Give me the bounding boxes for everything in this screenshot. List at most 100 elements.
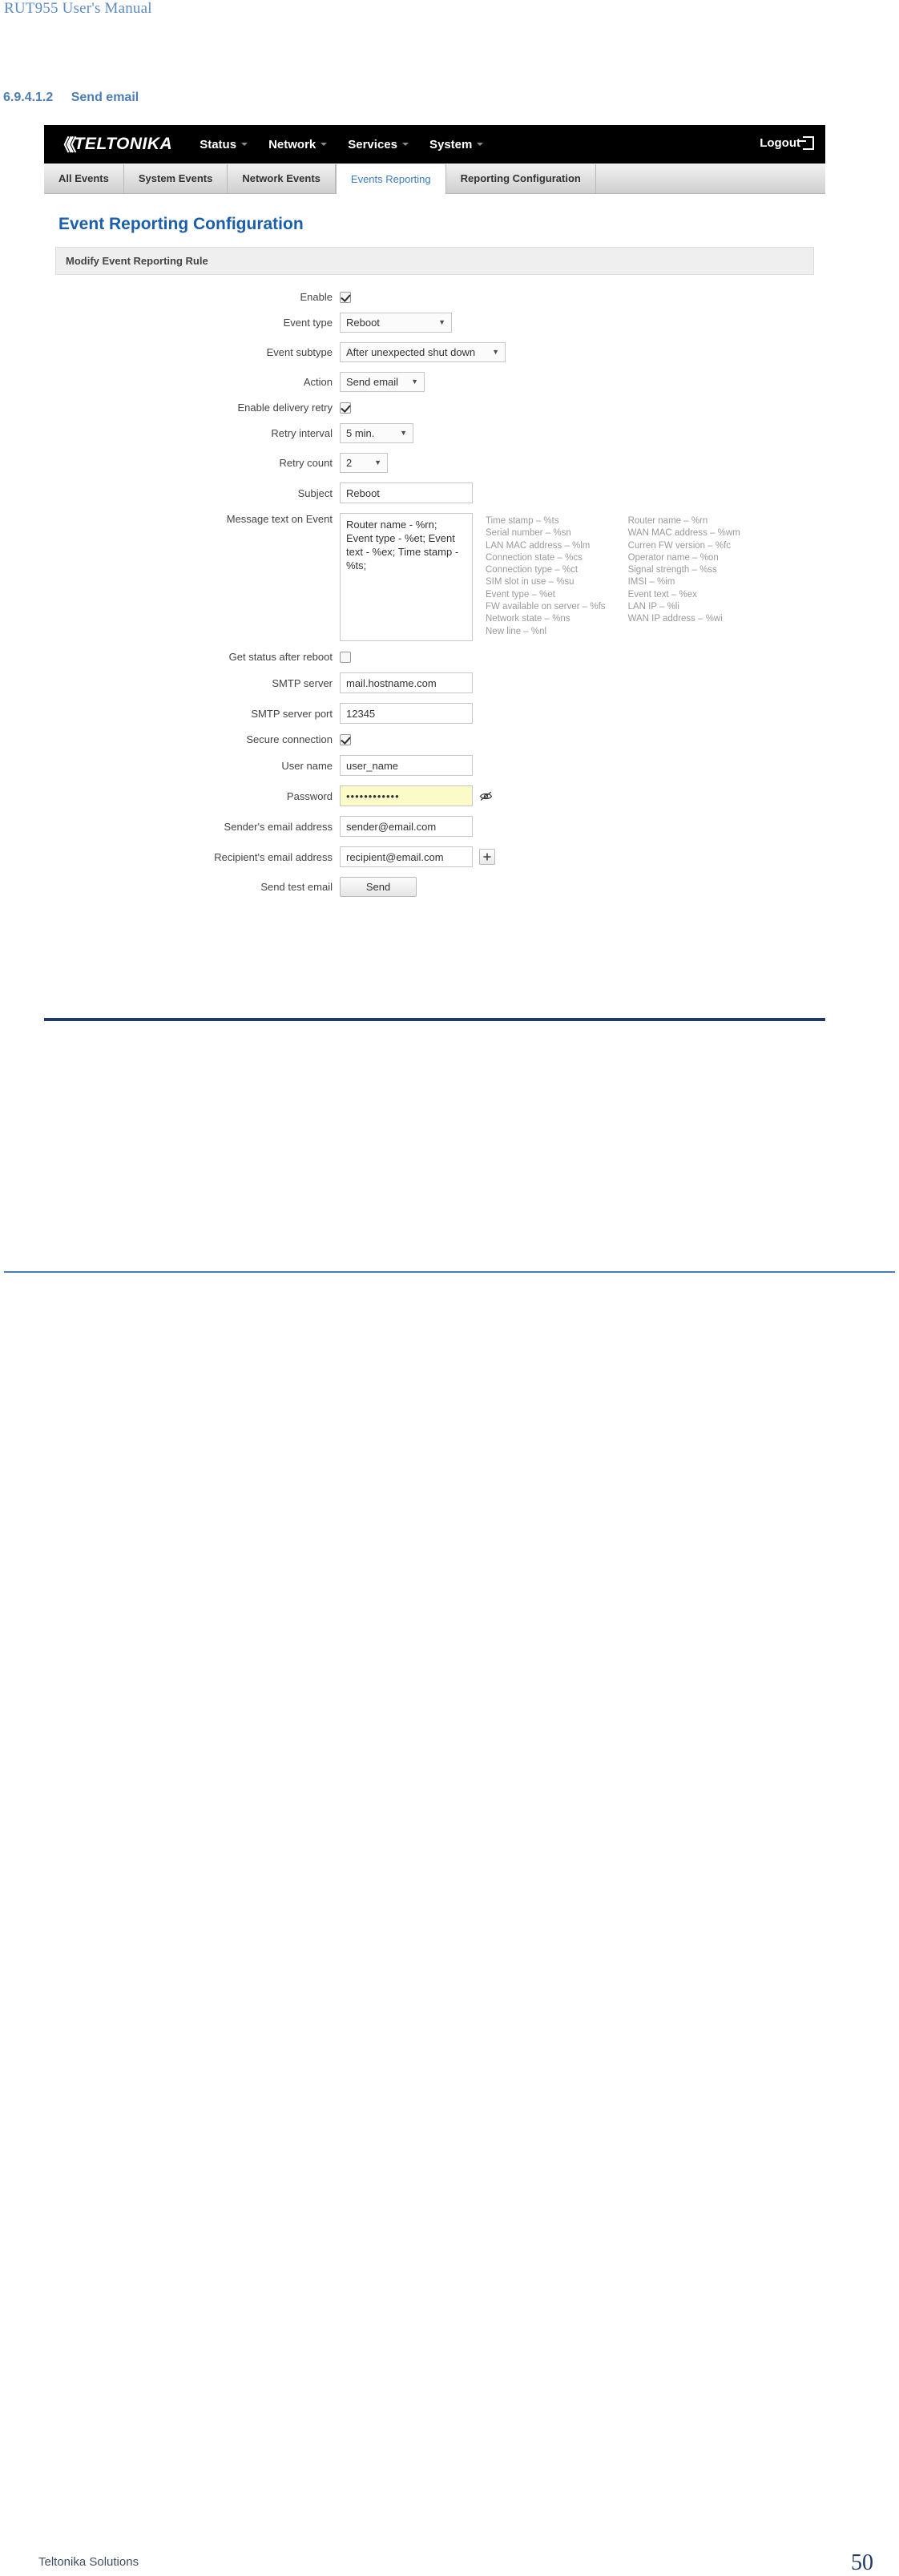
nav-menu: Status Network Services System bbox=[200, 138, 504, 151]
action-select[interactable]: Send email ▼ bbox=[340, 372, 425, 392]
subject-control: Reboot bbox=[340, 482, 473, 503]
logo-wordmark: TELTONIKA bbox=[74, 135, 173, 153]
document-footer: Teltonika Solutions 50 bbox=[0, 1274, 899, 2575]
form-row-get-status: Get status after reboot bbox=[55, 651, 814, 663]
nav-item-label: Services bbox=[348, 137, 397, 151]
get-status-control bbox=[340, 651, 351, 663]
logo-chevrons-icon: 《《 bbox=[55, 136, 76, 155]
send-test-email-label: Send test email bbox=[260, 881, 333, 893]
retry-interval-control: 5 min. ▼ bbox=[340, 423, 413, 443]
enable-label: Enable bbox=[300, 291, 333, 303]
help-line: IMSI – %im bbox=[627, 577, 675, 587]
retry-count-control: 2 ▼ bbox=[340, 453, 388, 473]
event-reporting-form: Enable Event type Reboot ▼ Event subtype bbox=[55, 275, 814, 911]
smtp-port-control: 12345 bbox=[340, 703, 473, 724]
form-row-enable: Enable bbox=[55, 291, 814, 303]
help-line: Time stamp – %ts bbox=[486, 516, 559, 526]
retry-interval-select[interactable]: 5 min. ▼ bbox=[340, 423, 413, 443]
section-number: 6.9.4.1.2 bbox=[3, 91, 54, 104]
show-password-eye-icon[interactable] bbox=[479, 790, 493, 801]
chevron-down-icon: ▼ bbox=[400, 429, 407, 437]
delivery-retry-checkbox[interactable] bbox=[340, 402, 351, 414]
tab-label: Reporting Configuration bbox=[460, 172, 581, 184]
message-text-textarea[interactable]: Router name - %rn; Event type - %et; Eve… bbox=[340, 513, 473, 641]
secure-connection-checkbox[interactable] bbox=[340, 733, 351, 745]
smtp-port-label: SMTP server port bbox=[251, 707, 333, 720]
form-row-retry-count: Retry count 2 ▼ bbox=[55, 453, 814, 473]
form-row-sender-email: Sender's email address sender@email.com bbox=[55, 816, 814, 837]
form-row-smtp-port: SMTP server port 12345 bbox=[55, 703, 814, 724]
nav-item-network[interactable]: Network bbox=[268, 137, 328, 151]
add-recipient-icon[interactable] bbox=[479, 849, 495, 865]
user-name-control: user_name bbox=[340, 755, 473, 776]
logout-button[interactable]: Logout bbox=[760, 136, 814, 150]
help-line: Serial number – %sn bbox=[486, 528, 571, 539]
send-test-email-control: Send bbox=[340, 877, 417, 897]
section-title: Send email bbox=[71, 91, 139, 104]
send-button[interactable]: Send bbox=[340, 877, 417, 897]
user-name-input[interactable]: user_name bbox=[340, 755, 473, 776]
tab-system-events[interactable]: System Events bbox=[124, 164, 228, 193]
form-row-user-name: User name user_name bbox=[55, 755, 814, 776]
event-subtype-value: After unexpected shut down bbox=[346, 346, 476, 358]
recipient-email-label: Recipient's email address bbox=[214, 850, 333, 863]
nav-item-status[interactable]: Status bbox=[200, 138, 248, 151]
smtp-server-input[interactable]: mail.hostname.com bbox=[340, 672, 473, 693]
chevron-down-icon bbox=[241, 143, 248, 146]
nav-item-label: System bbox=[429, 137, 473, 151]
subject-input[interactable]: Reboot bbox=[340, 482, 473, 503]
event-subtype-control: After unexpected shut down ▼ bbox=[340, 342, 506, 362]
content-bottom-rule bbox=[44, 1018, 825, 1021]
delivery-retry-label: Enable delivery retry bbox=[237, 402, 333, 414]
enable-control bbox=[340, 291, 351, 303]
tab-label: Network Events bbox=[242, 172, 320, 184]
action-label: Action bbox=[303, 376, 333, 388]
nav-item-services[interactable]: Services bbox=[348, 138, 409, 151]
retry-interval-value: 5 min. bbox=[346, 427, 375, 439]
tab-events-reporting[interactable]: Events Reporting bbox=[335, 164, 446, 194]
event-type-label: Event type bbox=[283, 317, 333, 329]
password-input[interactable]: •••••••••••• bbox=[340, 785, 473, 806]
help-line: LAN MAC address – %lm bbox=[486, 540, 591, 551]
help-line: Router name – %rn bbox=[627, 516, 708, 526]
section-heading: 6.9.4.1.2 Send email bbox=[3, 91, 139, 105]
teltonika-logo: 《《 TELTONIKA bbox=[55, 132, 172, 156]
password-control: •••••••••••• bbox=[340, 785, 493, 806]
tab-label: System Events bbox=[138, 172, 213, 184]
enable-checkbox[interactable] bbox=[340, 291, 351, 303]
event-subtype-select[interactable]: After unexpected shut down ▼ bbox=[340, 342, 506, 362]
sender-email-input[interactable]: sender@email.com bbox=[340, 816, 473, 837]
retry-count-select[interactable]: 2 ▼ bbox=[340, 453, 388, 473]
help-line: Network state – %ns bbox=[486, 614, 570, 624]
help-line: FW available on server – %fs bbox=[486, 601, 606, 612]
footer-page-number: 50 bbox=[851, 2550, 873, 2575]
form-row-send-test-email: Send test email Send bbox=[55, 877, 814, 897]
smtp-server-control: mail.hostname.com bbox=[340, 672, 473, 693]
password-label: Password bbox=[286, 789, 333, 802]
chevron-down-icon: ▼ bbox=[438, 318, 445, 326]
tab-all-events[interactable]: All Events bbox=[44, 164, 124, 193]
recipient-email-input[interactable]: recipient@email.com bbox=[340, 846, 473, 867]
page-title: Event Reporting Configuration bbox=[58, 215, 304, 233]
nav-item-label: Status bbox=[200, 137, 237, 151]
tab-network-events[interactable]: Network Events bbox=[228, 164, 336, 193]
nav-item-label: Network bbox=[268, 137, 316, 151]
router-webui-screenshot: 《《 TELTONIKA Status Network Services Sys… bbox=[44, 125, 825, 1015]
footer-divider bbox=[4, 1271, 895, 1273]
form-row-secure-connection: Secure connection bbox=[55, 733, 814, 745]
help-line: Curren FW version – %fc bbox=[627, 540, 732, 551]
tab-reporting-configuration[interactable]: Reporting Configuration bbox=[446, 164, 596, 193]
user-name-label: User name bbox=[281, 759, 333, 772]
sender-email-label: Sender's email address bbox=[224, 820, 333, 833]
delivery-retry-control bbox=[340, 402, 351, 414]
retry-count-label: Retry count bbox=[279, 457, 333, 469]
nav-item-system[interactable]: System bbox=[429, 137, 484, 151]
smtp-port-input[interactable]: 12345 bbox=[340, 703, 473, 724]
help-line: SIM slot in use – %su bbox=[486, 577, 574, 587]
help-line: WAN IP address – %wi bbox=[627, 614, 723, 624]
event-type-select[interactable]: Reboot ▼ bbox=[340, 313, 452, 333]
chevron-down-icon: ▼ bbox=[492, 348, 499, 356]
chevron-down-icon: ▼ bbox=[374, 458, 381, 466]
help-line: Connection type – %ct bbox=[486, 565, 579, 575]
get-status-checkbox[interactable] bbox=[340, 651, 351, 663]
